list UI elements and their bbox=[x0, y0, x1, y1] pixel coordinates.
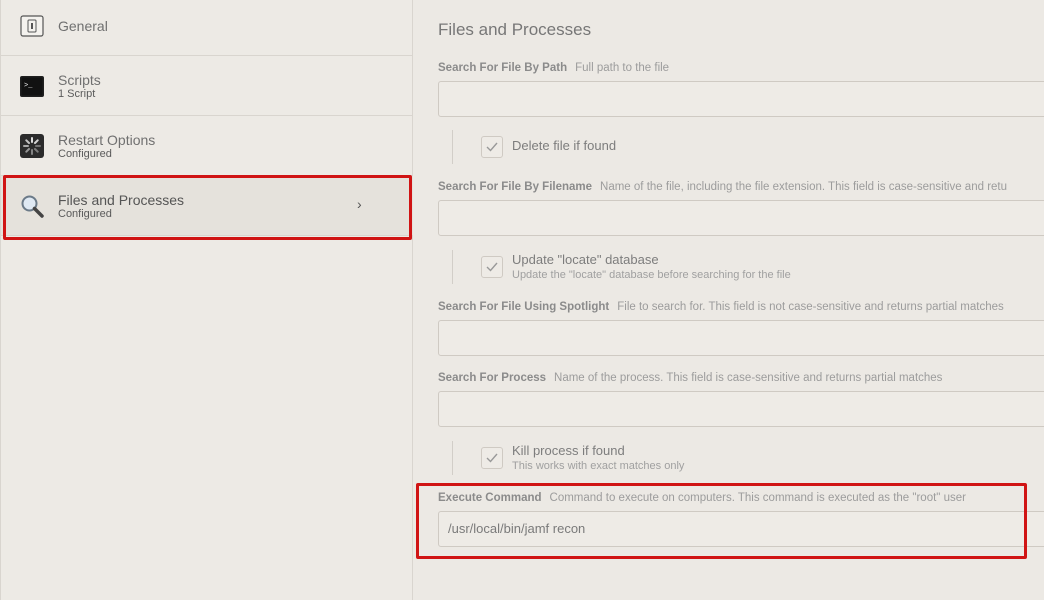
search-path-label: Search For File By Path Full path to the … bbox=[438, 62, 669, 74]
update-locate-sublabel: Update the "locate" database before sear… bbox=[512, 269, 791, 281]
highlight-box-sidebar bbox=[3, 175, 412, 240]
sidebar-item-label: Restart Options bbox=[58, 132, 156, 148]
kill-process-sublabel: This works with exact matches only bbox=[512, 460, 685, 472]
general-icon bbox=[20, 14, 44, 38]
field-hint: Name of the file, including the file ext… bbox=[600, 181, 1008, 193]
delete-file-checkbox[interactable] bbox=[481, 136, 503, 158]
update-locate-checkbox[interactable] bbox=[481, 256, 503, 278]
sidebar-item-scripts[interactable]: >_ Scripts 1 Script bbox=[1, 56, 413, 116]
search-path-input[interactable] bbox=[438, 81, 1044, 117]
search-spotlight-label: Search For File Using Spotlight File to s… bbox=[438, 301, 1004, 313]
search-filename-input[interactable] bbox=[438, 200, 1044, 236]
sidebar-item-sublabel: Configured bbox=[58, 148, 112, 160]
field-title: Search For File By Path bbox=[438, 62, 568, 74]
search-process-label: Search For Process Name of the process. T… bbox=[438, 372, 942, 384]
page-title: Files and Processes bbox=[438, 20, 592, 39]
svg-text:>_: >_ bbox=[24, 82, 33, 90]
terminal-icon: >_ bbox=[20, 76, 44, 100]
field-hint: Name of the process. This field is case-… bbox=[554, 372, 943, 384]
highlight-box-execute-command bbox=[416, 483, 1027, 559]
spinner-icon bbox=[20, 134, 44, 158]
kill-process-option: Kill process if found This works with ex… bbox=[452, 441, 684, 475]
field-title: Search For File Using Spotlight bbox=[438, 301, 610, 313]
sidebar-item-general[interactable]: General bbox=[1, 0, 413, 56]
check-icon bbox=[486, 453, 498, 463]
sidebar-item-label: General bbox=[58, 18, 108, 34]
field-hint: Full path to the file bbox=[575, 62, 670, 74]
delete-file-label: Delete file if found bbox=[512, 138, 617, 153]
sidebar-item-restart-options[interactable]: Restart Options Configured bbox=[1, 116, 413, 176]
sidebar: General >_ Scripts 1 Script Restart Opti… bbox=[0, 0, 413, 600]
search-process-input[interactable] bbox=[438, 391, 1044, 427]
field-title: Search For Process bbox=[438, 372, 547, 384]
check-icon bbox=[486, 262, 498, 272]
update-locate-option: Update "locate" database Update the "loc… bbox=[452, 250, 791, 284]
check-icon bbox=[486, 142, 498, 152]
update-locate-label: Update "locate" database bbox=[512, 252, 659, 267]
sidebar-item-sublabel: 1 Script bbox=[58, 88, 96, 100]
kill-process-label: Kill process if found bbox=[512, 443, 625, 458]
search-spotlight-input[interactable] bbox=[438, 320, 1044, 356]
kill-process-checkbox[interactable] bbox=[481, 447, 503, 469]
field-title: Search For File By Filename bbox=[438, 181, 593, 193]
delete-file-option: Delete file if found bbox=[452, 130, 616, 164]
sidebar-item-label: Scripts bbox=[58, 72, 101, 88]
field-hint: File to search for. This field is not ca… bbox=[617, 301, 1004, 313]
search-filename-label: Search For File By Filename Name of the f… bbox=[438, 181, 1007, 193]
